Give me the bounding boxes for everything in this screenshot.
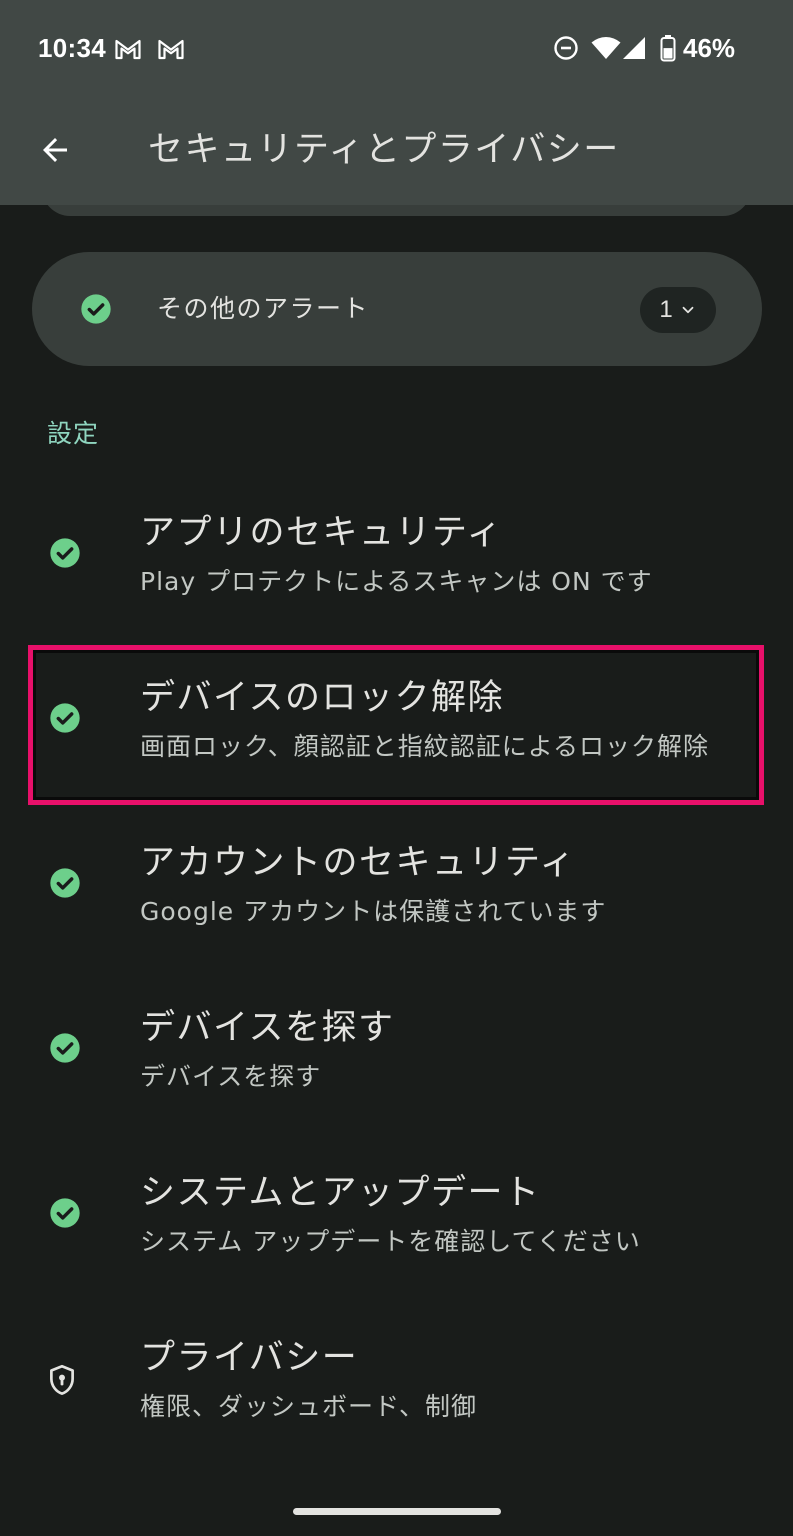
item-subtitle: Play プロテクトによるスキャンは ON です (140, 567, 653, 596)
wifi-icon (590, 35, 622, 61)
check-circle-icon (49, 1032, 81, 1064)
battery-level-fill (663, 48, 673, 59)
settings-list: アプリのセキュリティ Play プロテクトによるスキャンは ON です デバイス… (0, 475, 793, 1465)
battery-icon (660, 34, 676, 62)
check-circle-icon (49, 867, 81, 899)
shield-icon (45, 1363, 79, 1397)
check-circle-icon (49, 1197, 81, 1229)
item-title: プライバシー (140, 1338, 359, 1378)
back-button[interactable] (27, 122, 83, 178)
gmail-icon (157, 37, 185, 60)
item-title: システムとアップデート (140, 1173, 541, 1213)
top-app-bar: 10:34 46% セキュリティとプライバシー (0, 0, 793, 205)
settings-item-find-device[interactable]: デバイスを探す デバイスを探す (0, 970, 793, 1135)
cell-signal-icon (622, 35, 646, 61)
other-alerts-card[interactable]: その他のアラート 1 (32, 252, 762, 366)
item-subtitle: Google アカウントは保護されています (140, 897, 607, 926)
other-alerts-label: その他のアラート (157, 294, 370, 323)
do-not-disturb-icon (553, 35, 579, 61)
check-circle-icon (80, 293, 112, 325)
settings-item-account-security[interactable]: アカウントのセキュリティ Google アカウントは保護されています (0, 805, 793, 970)
settings-item-app-security[interactable]: アプリのセキュリティ Play プロテクトによるスキャンは ON です (0, 475, 793, 640)
status-time: 10:34 (38, 33, 106, 63)
item-subtitle: システム アップデートを確認してください (140, 1227, 641, 1256)
battery-percent: 46% (683, 33, 736, 63)
settings-item-system-updates[interactable]: システムとアップデート システム アップデートを確認してください (0, 1135, 793, 1300)
item-subtitle: デバイスを探す (140, 1062, 322, 1091)
gesture-nav-handle[interactable] (293, 1508, 501, 1515)
alert-count-expand-button[interactable]: 1 (640, 287, 716, 333)
gmail-icon (114, 37, 142, 60)
check-circle-icon (49, 702, 81, 734)
item-title: デバイスのロック解除 (140, 678, 504, 718)
page-title: セキュリティとプライバシー (148, 130, 620, 170)
chevron-down-icon (682, 306, 694, 314)
item-title: アカウントのセキュリティ (140, 843, 576, 883)
back-arrow-icon (43, 138, 67, 162)
item-title: アプリのセキュリティ (140, 513, 503, 553)
settings-item-device-unlock[interactable]: デバイスのロック解除 画面ロック、顔認証と指紋認証によるロック解除 (0, 640, 793, 805)
alert-count: 1 (659, 296, 673, 323)
item-title: デバイスを探す (140, 1008, 395, 1048)
section-header-settings: 設定 (47, 419, 100, 448)
check-circle-icon (49, 537, 81, 569)
item-subtitle: 権限、ダッシュボード、制御 (140, 1392, 478, 1421)
settings-item-privacy[interactable]: プライバシー 権限、ダッシュボード、制御 (0, 1300, 793, 1465)
item-subtitle: 画面ロック、顔認証と指紋認証によるロック解除 (140, 732, 710, 761)
highlight-frame (28, 645, 764, 805)
